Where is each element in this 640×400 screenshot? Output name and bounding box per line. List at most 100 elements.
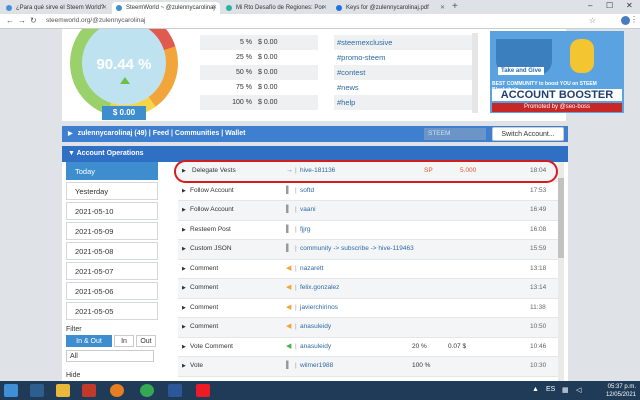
operation-user-link[interactable]: wilmer1988	[300, 357, 333, 376]
operation-user-link[interactable]: vaani	[300, 201, 316, 220]
close-window-icon[interactable]: ✕	[626, 1, 633, 10]
operation-row[interactable]: ▶ Comment ◀ | felix.gonzalez 13:14	[178, 279, 558, 299]
expand-row-icon[interactable]: ▶	[182, 279, 186, 298]
operation-user-link[interactable]: fjjrg	[300, 221, 310, 240]
start-icon[interactable]	[4, 384, 18, 397]
clock[interactable]: 05:37 p.m. 12/05/2021	[606, 383, 636, 399]
account-booster-ad[interactable]: Take and Give BEST COMMUNITY to boost YO…	[490, 31, 624, 113]
expand-row-icon[interactable]: ▶	[182, 357, 186, 376]
profile-avatar[interactable]	[621, 16, 630, 25]
expand-row-icon[interactable]: ▶	[182, 318, 186, 337]
ad-promoter: Promoted by @seo-boss	[492, 103, 622, 112]
communities-link[interactable]: Communities	[175, 130, 219, 137]
task-view-icon[interactable]	[30, 384, 44, 397]
browser-menu-icon[interactable]: ⋮	[630, 15, 638, 24]
operation-row[interactable]: ▶ Follow Account ▌ | vaani 16:49	[178, 201, 558, 221]
tag-link[interactable]: #contest	[334, 65, 472, 80]
expand-caret-icon[interactable]: ▶	[68, 131, 73, 137]
pdf-reader-icon[interactable]	[196, 384, 210, 397]
operation-row[interactable]: ▶ Comment ◀ | javierchirinos 11:38	[178, 299, 558, 318]
operation-row[interactable]: ▶ Vote ▌ | wilmer1988 100 % 10:30	[178, 357, 558, 377]
operation-user-link[interactable]: community -> subscribe -> hive-119463	[300, 240, 414, 259]
browser-tab-2[interactable]: SteemWorld ~ @zulennycarolinaj ✕	[112, 2, 220, 14]
switch-account-button[interactable]: Switch Account...	[492, 127, 564, 141]
close-tab-icon[interactable]: ✕	[102, 2, 107, 14]
scrollbar-thumb[interactable]	[558, 178, 564, 258]
day-item[interactable]: 2021-05-07	[66, 262, 158, 280]
operation-row[interactable]: ▶ Custom JSON ▌ | community -> subscribe -> …	[178, 240, 558, 260]
tag-link[interactable]: #news	[334, 80, 472, 95]
account-name-link[interactable]: zulennycarolinaj (49)	[78, 130, 147, 137]
expand-row-icon[interactable]: ▶	[182, 299, 186, 318]
vertical-scrollbar[interactable]	[558, 162, 564, 381]
forward-icon[interactable]: →	[18, 16, 26, 25]
vote-amount: $ 0.00	[258, 84, 278, 91]
day-item[interactable]: 2021-05-09	[66, 222, 158, 240]
close-tab-icon[interactable]: ✕	[440, 2, 445, 14]
reload-icon[interactable]: ↻	[30, 16, 37, 25]
filter-in-out-button[interactable]: In & Out	[66, 335, 112, 347]
firefox-icon[interactable]	[110, 384, 124, 397]
expand-row-icon[interactable]: ▶	[182, 201, 186, 220]
operation-row[interactable]: ▶ Vote Comment ◀ | anasuleidy 20 % 0.07 $ 10:46	[178, 338, 558, 357]
browser-tab-3[interactable]: Mi Rto Desafío de Regiones: Por ✕	[222, 2, 330, 14]
language-indicator[interactable]: ES	[546, 386, 555, 393]
expand-row-icon[interactable]: ▶	[182, 240, 186, 259]
day-item[interactable]: 2021-05-08	[66, 242, 158, 260]
expand-row-icon[interactable]: ▶	[182, 221, 186, 240]
close-tab-icon[interactable]: ✕	[322, 2, 327, 14]
day-yesterday[interactable]: Yesterday	[66, 182, 158, 200]
day-item[interactable]: 2021-05-05	[66, 302, 158, 320]
currency-select[interactable]: STEEM	[424, 128, 486, 140]
close-tab-icon[interactable]: ✕	[212, 2, 217, 14]
expand-row-icon[interactable]: ▶	[182, 260, 186, 279]
wallet-link[interactable]: Wallet	[225, 130, 245, 137]
tag-link[interactable]: #promo-steem	[334, 50, 472, 65]
operation-row[interactable]: ▶ Follow Account ▌ | softd 17:53	[178, 182, 558, 201]
tag-scrollbar[interactable]	[472, 33, 478, 113]
operation-type: Comment	[190, 303, 219, 311]
tag-link[interactable]: #steemexclusive	[334, 35, 472, 50]
tab-favicon-icon	[116, 5, 122, 11]
chrome-icon[interactable]	[140, 384, 154, 397]
tray-up-icon[interactable]: ▲	[532, 386, 539, 393]
operation-user-link[interactable]: nazarett	[300, 260, 324, 279]
filter-type-select[interactable]: All	[66, 350, 154, 362]
operations-header[interactable]: ▼ Account Operations	[62, 146, 568, 162]
day-item[interactable]: 2021-05-06	[66, 282, 158, 300]
back-icon[interactable]: ←	[6, 16, 14, 25]
operation-row[interactable]: ▶ Resteem Post ▌ | fjjrg 16:08	[178, 221, 558, 240]
day-today[interactable]: Today	[66, 162, 158, 180]
operation-row[interactable]: ▶ Comment ◀ | nazarett 13:18	[178, 260, 558, 279]
browser-tab-1[interactable]: ¿Para qué sirve el Steem World? ✕	[2, 2, 110, 14]
expand-row-icon[interactable]: ▶	[182, 182, 186, 201]
expand-row-icon[interactable]: ▶	[182, 162, 186, 181]
voting-power-value: 90.44 %	[96, 56, 152, 73]
arrow-up-icon	[120, 77, 130, 84]
filter-out-button[interactable]: Out	[136, 335, 156, 347]
url-field[interactable]: steemworld.org/@zulennycarolinaj	[46, 17, 145, 24]
bookmark-star-icon[interactable]: ☆	[589, 16, 596, 25]
day-item[interactable]: 2021-05-10	[66, 202, 158, 220]
operation-user-link[interactable]: anasuleidy	[300, 318, 331, 337]
operation-row[interactable]: ▶ Delegate Vests → | hive-181136 SP 5.000 18:04	[178, 162, 558, 182]
media-player-icon[interactable]	[82, 384, 96, 397]
operation-user-link[interactable]: hive-181136	[300, 162, 335, 181]
minimize-icon[interactable]: –	[588, 1, 592, 10]
operation-user-link[interactable]: javierchirinos	[300, 299, 338, 318]
file-explorer-icon[interactable]	[56, 384, 70, 397]
browser-tab-4[interactable]: Keys for @zulennycarolinaj.pdf ✕	[332, 2, 448, 14]
feed-link[interactable]: Feed	[153, 130, 169, 137]
tag-link[interactable]: #help	[334, 95, 472, 110]
operation-row[interactable]: ▶ Comment ◀ | anasuleidy 10:50	[178, 318, 558, 338]
network-icon[interactable]: ▦	[562, 386, 569, 394]
expand-row-icon[interactable]: ▶	[182, 338, 186, 357]
filter-in-button[interactable]: In	[114, 335, 134, 347]
volume-icon[interactable]: ◁	[576, 386, 581, 394]
new-tab-icon[interactable]: +	[452, 1, 458, 12]
operation-user-link[interactable]: softd	[300, 182, 314, 201]
operation-user-link[interactable]: felix.gonzalez	[300, 279, 339, 298]
word-icon[interactable]	[168, 384, 182, 397]
maximize-icon[interactable]: ☐	[606, 1, 613, 10]
operation-user-link[interactable]: anasuleidy	[300, 338, 331, 357]
